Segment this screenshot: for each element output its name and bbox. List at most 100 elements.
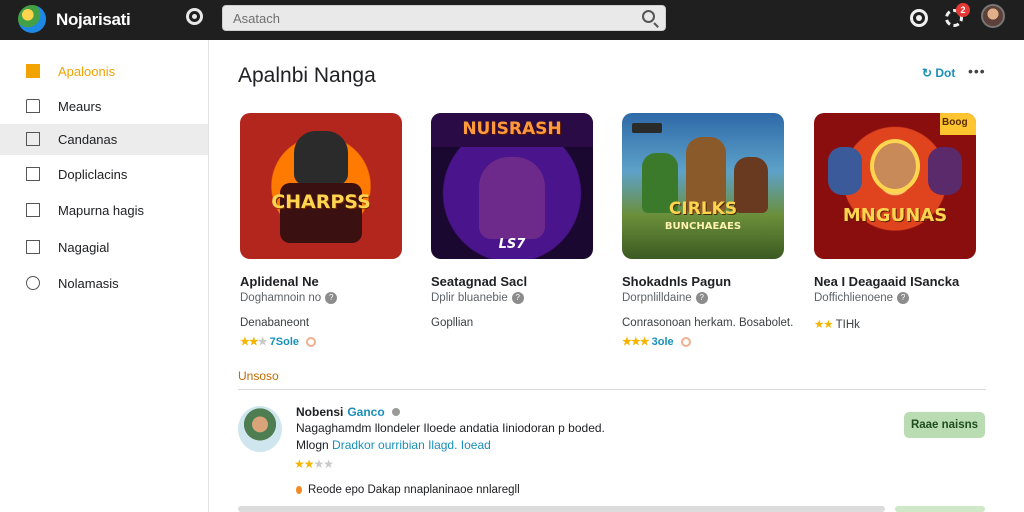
home-icon [26,99,40,113]
app-thumbnail[interactable]: NUISRASH LS7 [431,113,593,259]
sidebar-item-nolamasis[interactable]: Nolamasis [0,268,208,299]
app-title: Shokadnls Pagun [622,274,732,289]
sidebar-item-label: Candanas [58,132,118,147]
sidebar-item-label: Meaurs [58,99,102,114]
app-thumbnail-subtitle: BUNCHAEAES [664,221,742,232]
info-icon[interactable] [392,408,401,416]
review-text-line: Nagaghamdm llondeler Iloede andatia Iini… [296,421,605,435]
review-action-button[interactable]: Raae naisns [904,412,985,438]
app-developer: Dplir bluanebie? [431,292,524,304]
rating-label: TIHk [835,319,860,331]
app-thumbnail[interactable]: Boog MNGUNAS [814,113,976,259]
sidebar-item-apaloonis[interactable]: Apaloonis [0,56,208,87]
app-thumbnail[interactable]: CIRLKS BUNCHAEAES [622,113,784,259]
folder-icon [26,64,40,78]
character-illustration [294,131,348,185]
sidebar-item-dopliclacins[interactable]: Dopliclacins [0,159,208,190]
reviewer-avatar[interactable] [238,406,282,452]
search-icon[interactable] [642,10,655,23]
app-thumbnail-title: CHARPSS [271,191,371,213]
app-title: Aplidenal Ne [240,274,319,289]
character-illustration [828,147,862,195]
app-developer: Dorpnlilldaine? [622,292,708,304]
info-icon[interactable]: ? [897,292,910,304]
rating-stars-icon: ★★ [814,319,834,331]
user-avatar[interactable] [981,4,1005,28]
app-card[interactable]: CHARPSS Aplidenal Ne Doghamnoin no? Dena… [240,113,410,353]
app-title: Nojarisati [56,10,131,29]
pin-icon [296,485,302,494]
app-description: Denabaneont [240,317,310,329]
image-icon [26,132,40,146]
more-link-label: Dot [935,66,956,80]
more-options-icon[interactable]: ••• [968,63,986,79]
section-divider [238,389,986,390]
review-link[interactable]: Dradkor ourribian Ilagd. Ioead [332,438,491,452]
sidebar-item-nagagial[interactable]: Nagagial [0,232,208,263]
sidebar-item-label: Nolamasis [58,276,119,291]
app-title: Nea I Deagaaid ISancka [814,274,960,289]
section-heading: Unsoso [238,369,279,383]
top-bar: Nojarisati 2 [0,0,1024,40]
review-text-line: Mlogn Dradkor ourribian Ilagd. Ioead [296,438,491,452]
square-outline-icon [26,240,40,254]
review-note-label: Reode epo Dakap nnaplaninaoe nnlaregll [308,484,520,496]
character-illustration [870,139,920,193]
notification-badge: 2 [956,3,970,17]
info-icon[interactable]: ? [695,292,708,304]
square-icon [26,203,40,217]
developer-label: Doghamnoin no [240,292,322,305]
app-logo-icon[interactable] [18,5,46,33]
app-rating: ★★ TIHk [814,317,860,331]
sidebar-item-label: Mapurna hagis [58,203,144,218]
character-illustration [928,147,962,195]
bottom-input-bar[interactable] [238,506,885,512]
review-stars-icon: ★★★★ [294,457,334,471]
sidebar-item-label: Apaloonis [58,64,116,79]
sidebar-item-label: Nagagial [58,240,110,255]
search-input[interactable] [233,10,633,27]
bottom-action-button[interactable] [895,506,985,512]
reviewer-name-label: Nobensi [296,405,344,419]
rating-chip-icon [680,337,691,348]
app-description: Gopllian [431,317,474,329]
app-rating: ★★★ 7Sole [240,335,317,348]
app-thumbnail-subtitle: LS7 [498,237,526,252]
app-title: Seatagnad Sacl [431,274,528,289]
thumbnail-badge-label: Boog [942,117,968,128]
app-card[interactable]: CIRLKS BUNCHAEAES Shokadnls Pagun Dorpnl… [622,113,794,353]
rating-label: 3ole [651,336,674,348]
developer-label: Doffichlienoene [814,292,894,305]
app-thumbnail-title: NUISRASH [462,119,562,139]
info-icon[interactable]: ? [511,292,524,304]
rating-stars-icon: ★★★ [240,336,268,348]
rating-chip-icon [306,337,317,348]
checkbox-icon [26,167,40,181]
sidebar-item-meaurs[interactable]: Meaurs [0,91,208,122]
app-developer: Doghamnoin no? [240,292,338,305]
search-bar[interactable] [222,5,666,31]
back-icon[interactable] [186,8,203,25]
developer-label: Dplir bluanebie [431,292,508,305]
app-card[interactable]: NUISRASH LS7 Seatagnad Sacl Dplir bluane… [431,113,601,353]
app-description: Conrasonoan herkam. Bosabolet. [622,317,794,329]
sidebar-item-label: Dopliclacins [58,167,128,182]
review-note: Reode epo Dakap nnaplaninaoe nnlaregll [296,484,520,496]
rating-label: 7Sole [269,336,300,348]
reviewer-tag[interactable]: Ganco [347,405,384,419]
thumbnail-badge [632,123,662,133]
sidebar-item-mapurna-hagis[interactable]: Mapurna hagis [0,195,208,226]
app-developer: Doffichlienoene? [814,292,910,305]
sidebar-item-candanas[interactable]: Candanas [0,124,208,155]
app-thumbnail[interactable]: CHARPSS [240,113,402,259]
reviewer-name: Nobensi Ganco [296,405,401,419]
info-icon[interactable]: ? [325,292,338,304]
developer-label: Dorpnlilldaine [622,292,692,305]
record-icon[interactable] [910,9,928,27]
app-card[interactable]: Boog MNGUNAS Nea I Deagaaid ISancka Doff… [814,113,984,353]
globe-icon [26,276,40,290]
app-thumbnail-title: CIRLKS [668,199,738,219]
page-title: Apalnbi Nanga [238,64,376,87]
more-link[interactable]: ↻ Dot [922,66,955,80]
app-thumbnail-title: MNGUNAS [842,205,948,226]
